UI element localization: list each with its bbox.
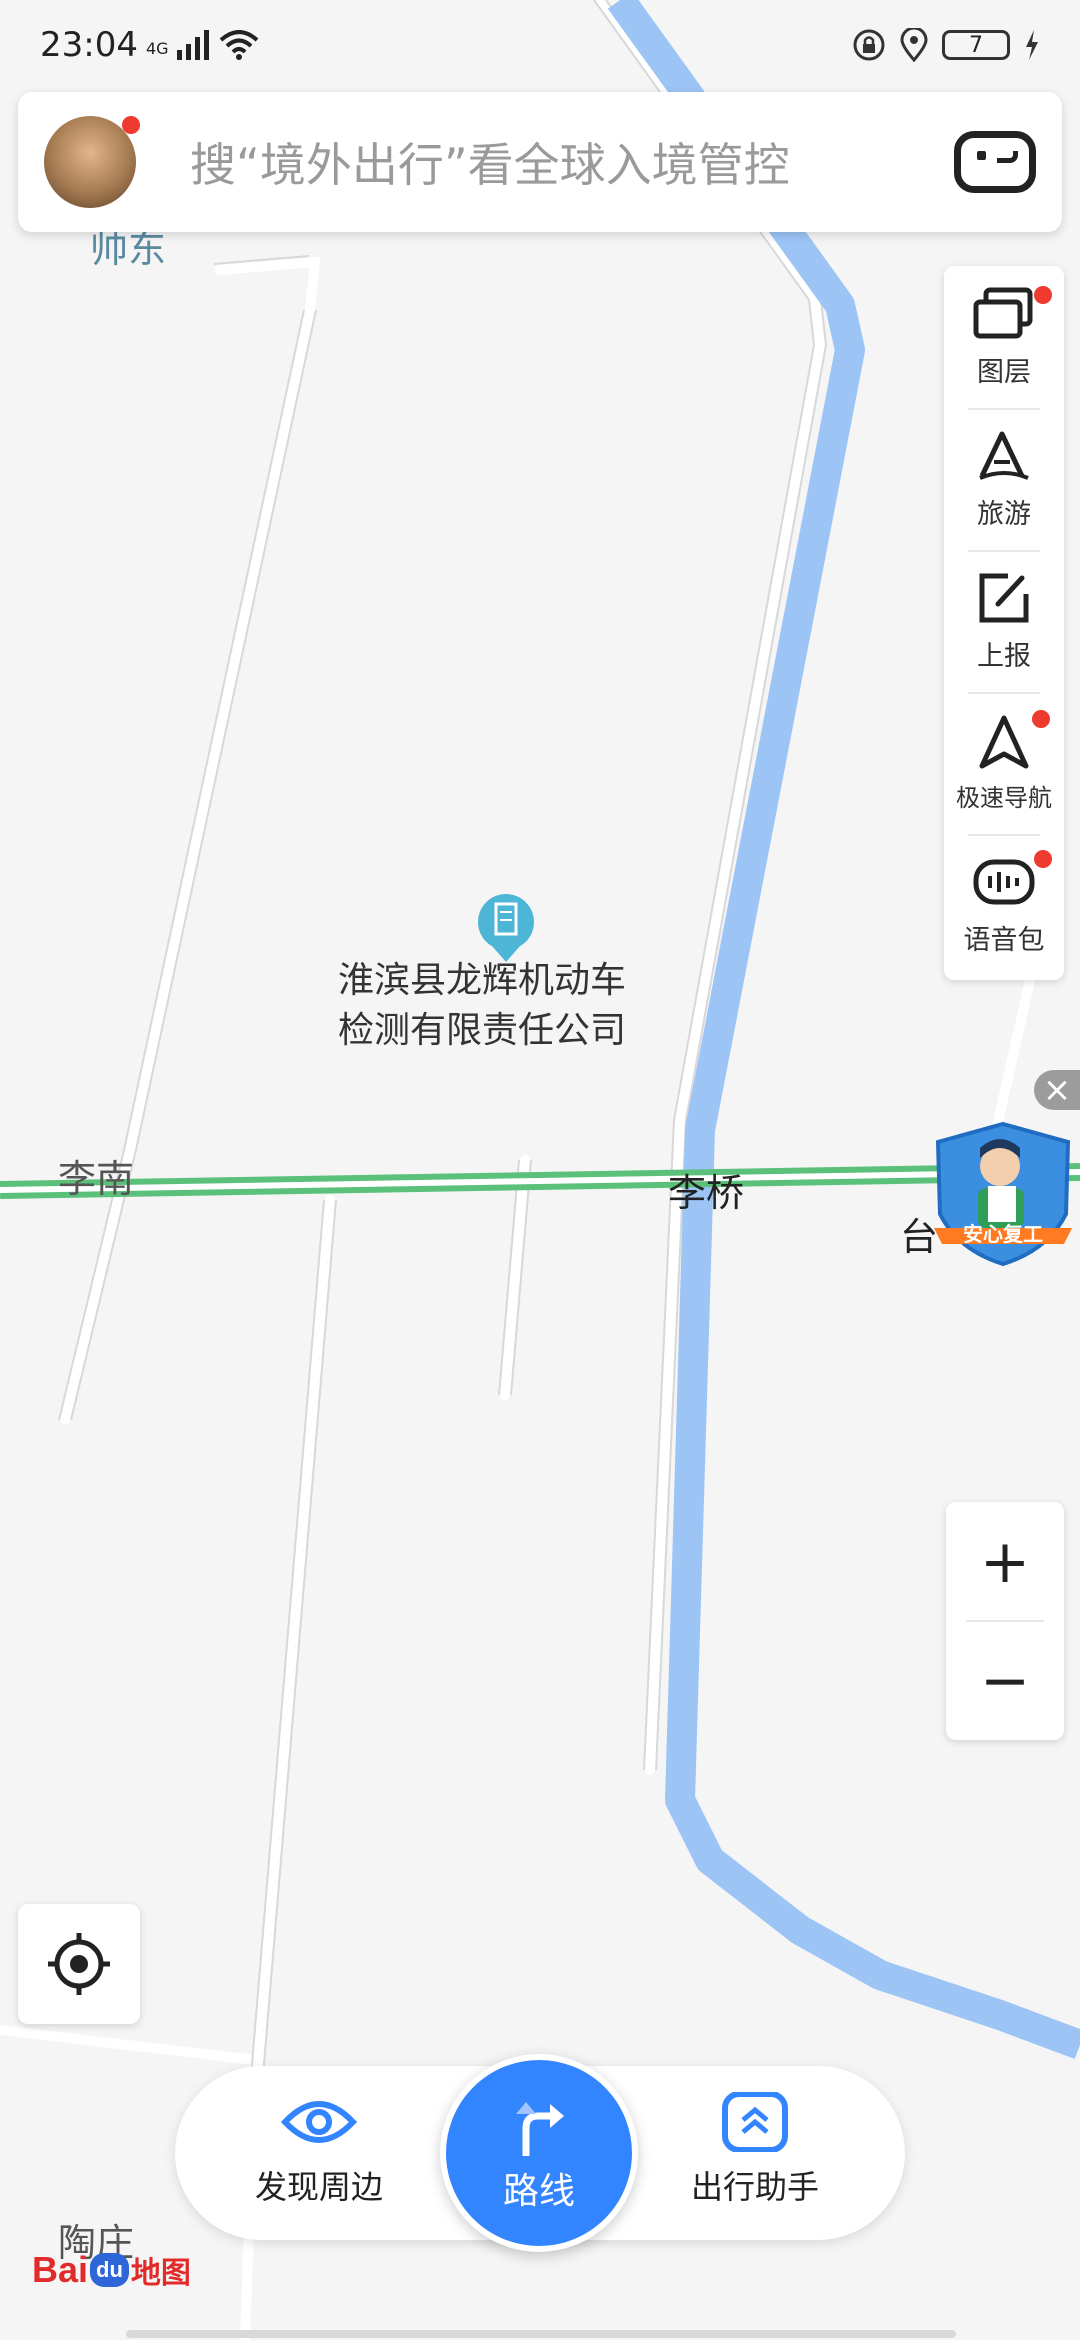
travel-icon [979, 431, 1029, 480]
fast-navigation-button[interactable]: 极速导航 [944, 692, 1064, 834]
close-icon: × [1042, 1070, 1072, 1110]
baidu-map-logo: Bai du 地图 [32, 2248, 191, 2292]
notification-dot [122, 116, 140, 134]
network-type: 4G [145, 39, 169, 58]
travel-assistant-label: 出行助手 [691, 2168, 820, 2206]
report-icon [979, 573, 1029, 622]
avatar[interactable] [44, 116, 140, 208]
assistant-icon [722, 2092, 788, 2152]
map-tools-panel: 图层 旅游 上报 极速导航 语音包 [944, 266, 1064, 980]
eye-icon [281, 2101, 357, 2143]
route-arrow-icon [516, 2102, 564, 2156]
battery-icon: 7 [942, 30, 1010, 60]
zoom-out-button[interactable]: − [946, 1621, 1064, 1740]
voice-pack-badge [1034, 850, 1052, 868]
poi-name-line1: 淮滨县龙辉机动车 [338, 960, 627, 1001]
main-road [0, 1163, 1080, 1199]
route-label: 路线 [502, 2171, 575, 2212]
charging-icon [1026, 30, 1038, 60]
rotation-lock-icon [853, 29, 885, 61]
home-indicator [126, 2330, 956, 2338]
search-input[interactable]: 搜“境外出行”看全球入境管控 [190, 129, 954, 195]
layers-badge [1034, 286, 1052, 304]
scan-button[interactable] [954, 131, 1036, 193]
discover-nearby-label: 发现周边 [255, 2168, 384, 2206]
map-canvas[interactable] [0, 0, 1080, 2340]
location-icon [900, 28, 928, 62]
scan-icon [977, 151, 986, 160]
fast-navigation-label: 极速导航 [956, 783, 1052, 812]
layers-button[interactable]: 图层 [944, 266, 1064, 408]
navigation-icon [979, 715, 1029, 768]
clock: 23:04 [40, 25, 138, 65]
ad-close-button[interactable]: × [1034, 1070, 1080, 1110]
travel-button[interactable]: 旅游 [944, 408, 1064, 550]
poi-building-icon [478, 894, 534, 962]
discover-nearby-button[interactable]: 发现周边 [255, 2092, 383, 2208]
signal-icon [176, 30, 209, 60]
travel-label: 旅游 [977, 498, 1031, 530]
zoom-in-button[interactable]: + [946, 1502, 1064, 1621]
map-label-li-nan: 李南 [58, 1157, 135, 1201]
locate-button[interactable] [18, 1904, 140, 2024]
logo-bai: Bai [32, 2249, 89, 2290]
poi-name-line2: 检测有限责任公司 [338, 1010, 627, 1051]
layers-label: 图层 [977, 356, 1031, 388]
poi-name[interactable]: 淮滨县龙辉机动车 检测有限责任公司 [338, 956, 626, 1056]
minus-icon: − [979, 1645, 1031, 1716]
voice-pack-label: 语音包 [963, 924, 1045, 956]
navigation-badge [1032, 710, 1050, 728]
search-bar[interactable]: 搜“境外出行”看全球入境管控 [18, 92, 1062, 232]
voice-pack-icon [973, 859, 1035, 904]
status-bar: 23:04 4G 7 [0, 0, 1080, 90]
ad-badge-text: 安心复工 [963, 1222, 1043, 1246]
report-label: 上报 [977, 640, 1031, 672]
logo-du: du [90, 2253, 129, 2287]
wifi-icon [219, 30, 258, 60]
map-label-li-qiao: 李桥 [668, 1171, 745, 1215]
zoom-controls: + − [946, 1502, 1064, 1740]
voice-pack-button[interactable]: 语音包 [944, 834, 1064, 976]
travel-assistant-button[interactable]: 出行助手 [691, 2092, 819, 2208]
route-button[interactable]: 路线 [440, 2054, 638, 2252]
battery-level: 7 [969, 32, 983, 58]
plus-icon: + [979, 1526, 1031, 1597]
ad-badge[interactable]: 安心复工 [928, 1118, 1078, 1268]
layers-icon [973, 287, 1033, 338]
crosshair-icon [48, 1933, 110, 1995]
logo-ditu: 地图 [130, 2257, 191, 2290]
report-button[interactable]: 上报 [944, 550, 1064, 692]
